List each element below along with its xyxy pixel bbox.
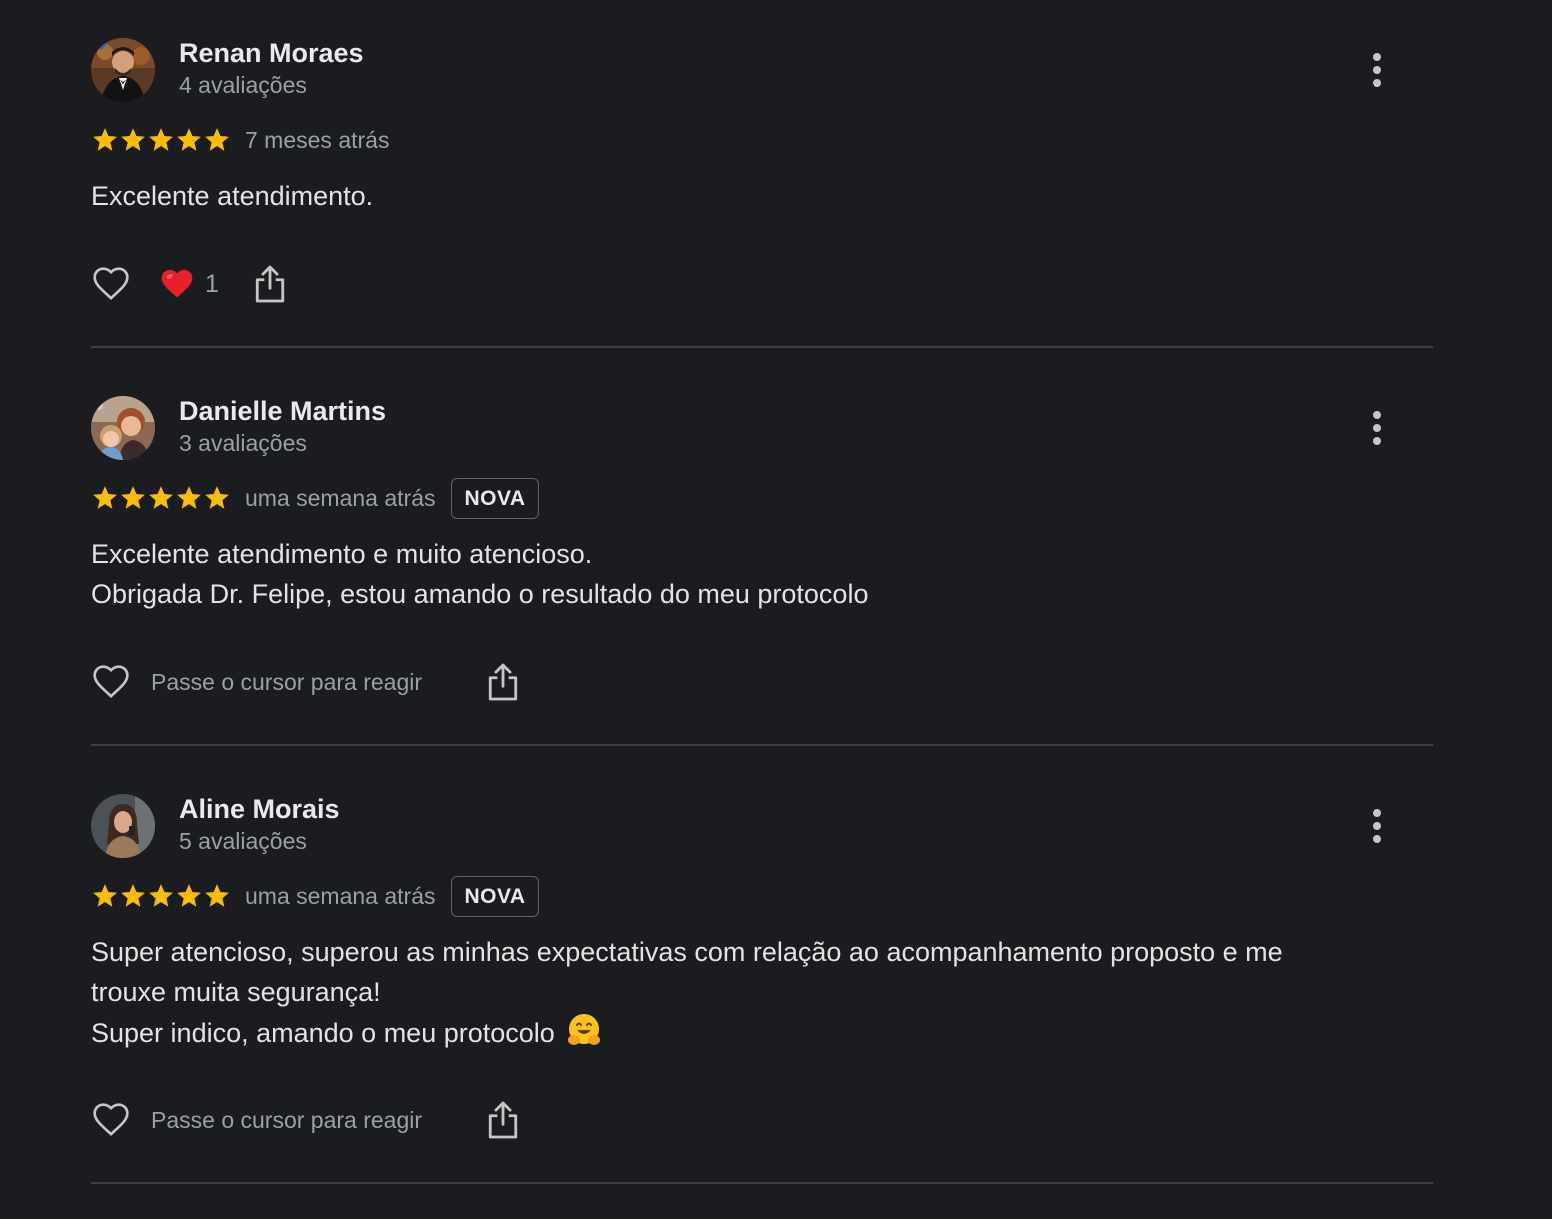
star-icon bbox=[93, 486, 117, 509]
more-options-button[interactable] bbox=[1363, 50, 1391, 90]
star-icon bbox=[149, 884, 173, 907]
review-date: 7 meses atrás bbox=[245, 126, 390, 153]
star-icon bbox=[121, 884, 145, 907]
star-icon bbox=[177, 884, 201, 907]
star-icon bbox=[205, 884, 229, 907]
more-vert-icon bbox=[1373, 53, 1381, 61]
avatar[interactable] bbox=[91, 396, 155, 460]
star-icon bbox=[93, 128, 117, 151]
rating-row: uma semana atrás NOVA bbox=[91, 477, 539, 519]
heart-outline-icon[interactable] bbox=[91, 264, 131, 304]
star-rating bbox=[91, 882, 231, 910]
rating-row: uma semana atrás NOVA bbox=[91, 875, 539, 917]
review-text: Excelente atendimento. bbox=[91, 181, 374, 211]
star-icon bbox=[121, 486, 145, 509]
review-date: uma semana atrás bbox=[245, 882, 436, 909]
review-card: Aline Morais 5 avaliações uma semana atr… bbox=[91, 794, 1433, 1144]
star-rating bbox=[91, 484, 231, 512]
star-icon bbox=[177, 486, 201, 509]
heart-reaction[interactable]: 1 bbox=[159, 266, 219, 302]
author-name[interactable]: Danielle Martins bbox=[179, 396, 386, 427]
author-review-count: 4 avaliações bbox=[179, 72, 307, 98]
star-icon bbox=[93, 884, 117, 907]
reaction-hint: Passe o cursor para reagir bbox=[151, 668, 423, 695]
reaction-hint: Passe o cursor para reagir bbox=[151, 1106, 423, 1133]
star-rating bbox=[91, 126, 231, 154]
author-review-count: 3 avaliações bbox=[179, 430, 307, 456]
divider bbox=[91, 744, 1433, 746]
more-options-button[interactable] bbox=[1363, 408, 1391, 448]
star-icon bbox=[177, 128, 201, 151]
star-icon bbox=[205, 486, 229, 509]
review-text: Excelente atendimento e muito atencioso.… bbox=[91, 539, 869, 609]
review-actions: 1 bbox=[91, 262, 287, 306]
divider bbox=[91, 1182, 1433, 1184]
review-card: Renan Moraes 4 avaliações 7 meses atrás … bbox=[91, 38, 1433, 308]
heart-outline-icon[interactable] bbox=[91, 1100, 131, 1140]
star-icon bbox=[121, 128, 145, 151]
share-icon[interactable] bbox=[486, 662, 520, 702]
author-name[interactable]: Aline Morais bbox=[179, 794, 340, 825]
reaction-count: 1 bbox=[205, 269, 219, 298]
star-icon bbox=[205, 128, 229, 151]
divider bbox=[91, 346, 1433, 348]
review-card: Danielle Martins 3 avaliações uma semana… bbox=[91, 396, 1433, 706]
avatar[interactable] bbox=[91, 794, 155, 858]
author-name[interactable]: Renan Moraes bbox=[179, 38, 364, 69]
more-options-button[interactable] bbox=[1363, 806, 1391, 846]
share-icon[interactable] bbox=[486, 1100, 520, 1140]
more-vert-icon bbox=[1373, 809, 1381, 817]
hugging-face-emoji bbox=[568, 1014, 601, 1045]
star-icon bbox=[149, 128, 173, 151]
more-vert-icon bbox=[1373, 411, 1381, 419]
star-icon bbox=[149, 486, 173, 509]
heart-reaction-icon bbox=[161, 269, 193, 298]
avatar[interactable] bbox=[91, 38, 155, 102]
new-badge: NOVA bbox=[451, 875, 539, 917]
review-text: Super atencioso, superou as minhas expec… bbox=[91, 937, 1283, 1048]
heart-outline-icon[interactable] bbox=[91, 662, 131, 702]
review-actions: Passe o cursor para reagir bbox=[91, 1098, 520, 1142]
new-badge: NOVA bbox=[451, 477, 539, 519]
share-icon[interactable] bbox=[253, 264, 287, 304]
review-date: uma semana atrás bbox=[245, 484, 436, 511]
rating-row: 7 meses atrás bbox=[91, 122, 405, 158]
author-review-count: 5 avaliações bbox=[179, 828, 307, 854]
review-actions: Passe o cursor para reagir bbox=[91, 660, 520, 704]
